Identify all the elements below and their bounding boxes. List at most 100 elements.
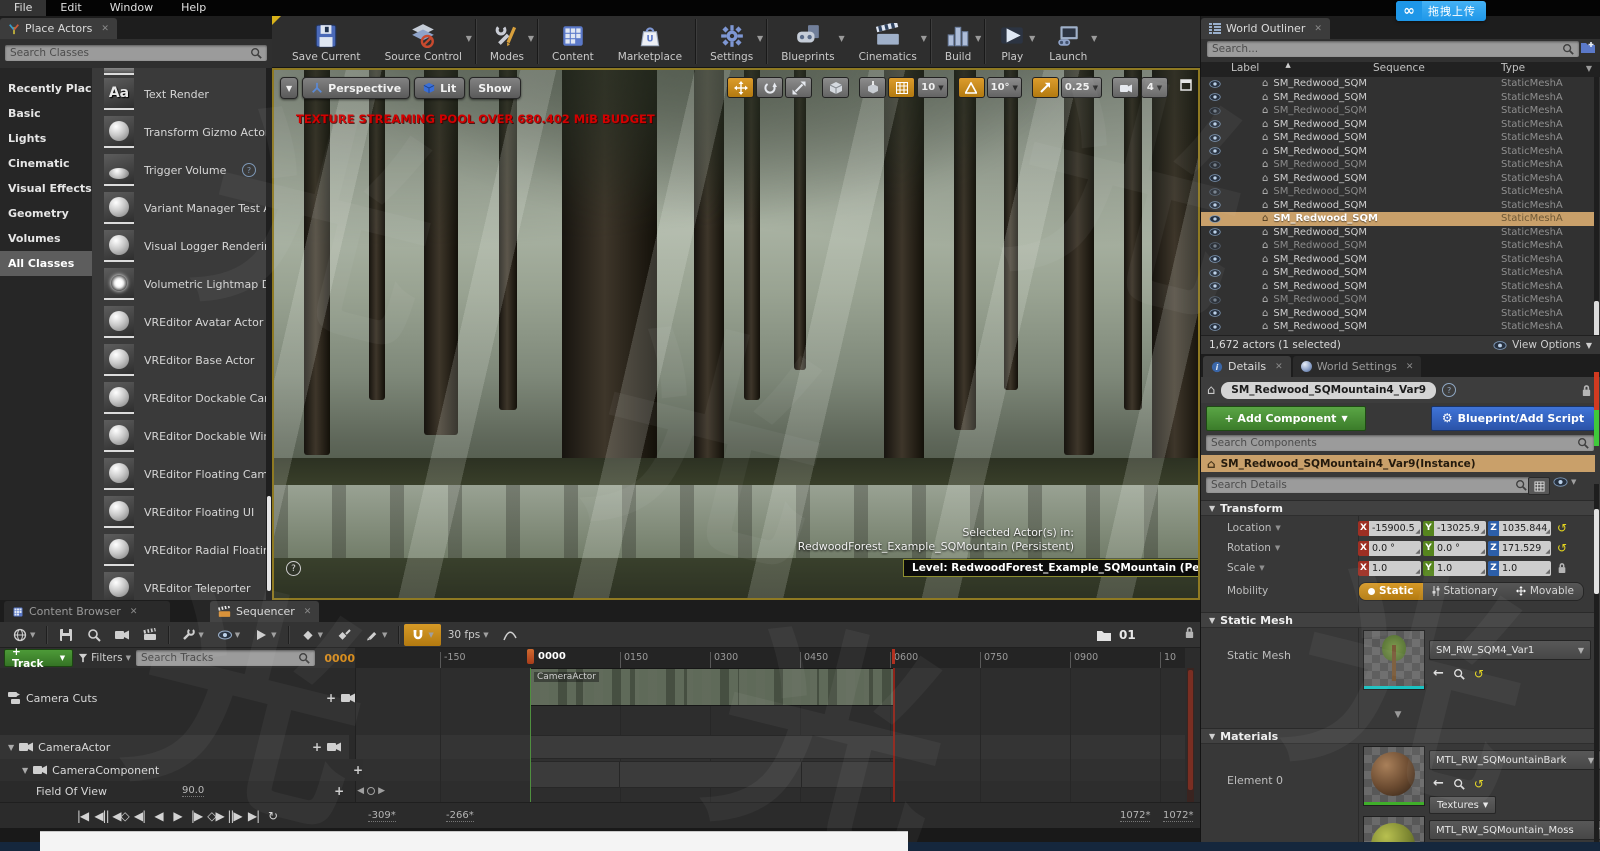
details-scrollbar[interactable] [1594, 484, 1599, 844]
toolbar-settings-button[interactable]: Settings ▼ [698, 16, 765, 67]
visibility-eye-icon[interactable] [1209, 282, 1222, 290]
outliner-row[interactable]: ⌂ SM_Redwood_SQM StaticMeshA [1201, 212, 1595, 226]
grid-snap-value[interactable]: 10 ▼ [917, 77, 948, 98]
seqtool-curve-button[interactable] [496, 624, 524, 646]
seqtool-save-button[interactable] [52, 624, 80, 646]
outliner-row[interactable]: ⌂ SM_Redwood_SQM StaticMeshA [1201, 266, 1595, 280]
toolbar-build-button[interactable]: Build ▼ [933, 16, 983, 67]
menu-help[interactable]: Help [167, 0, 220, 16]
camera-icon[interactable] [327, 740, 341, 754]
axis-y-value[interactable]: 0.0 ° ◢ [1434, 540, 1486, 556]
keyframe-nav[interactable]: ◀ ▶ [357, 786, 385, 796]
axis-z-value[interactable]: 171.529 ◢ [1499, 540, 1551, 556]
rotation-snap-value[interactable]: 10° ▼ [986, 77, 1022, 98]
menu-window[interactable]: Window [96, 0, 167, 16]
playhead-line[interactable] [530, 668, 531, 802]
visibility-eye-icon[interactable] [1209, 134, 1222, 142]
grid-snap-button[interactable] [888, 77, 916, 98]
browse-icon[interactable] [1453, 668, 1465, 680]
sequencer-vscrollbar[interactable] [1187, 668, 1194, 802]
use-selected-icon[interactable]: ← [1433, 776, 1444, 791]
details-view-options-button[interactable]: ▼ [1553, 477, 1576, 487]
transport-button-7[interactable]: ◇▶ [207, 806, 224, 826]
list-item-vreditor-radial-floating-l[interactable]: VREditor Radial Floating L [92, 531, 266, 569]
list-item-transform-gizmo-actor[interactable]: Transform Gizmo Actor [92, 113, 266, 151]
toolbar-content-button[interactable]: Content [540, 16, 606, 67]
chevron-down-icon[interactable]: ▼ [757, 34, 763, 43]
chevron-down-icon[interactable]: ▼ [921, 34, 927, 43]
view-range-end[interactable]: 1072* [1120, 810, 1151, 822]
toolbar-marketplace-button[interactable]: U Marketplace [606, 16, 694, 67]
material-bark-combobox[interactable]: MTL_RW_SQMountainBark ▼ [1429, 750, 1600, 770]
material-moss-combobox[interactable]: MTL_RW_SQMountain_Moss ▼ [1429, 820, 1600, 840]
expander-icon[interactable]: ▼ [8, 743, 14, 752]
help-icon[interactable]: ? [242, 163, 256, 177]
tab-world-settings[interactable]: World Settings ✕ [1292, 356, 1422, 377]
close-icon[interactable]: ✕ [101, 24, 109, 34]
outliner-row[interactable]: ⌂ SM_Redwood_SQM StaticMeshA [1201, 185, 1595, 199]
help-icon[interactable]: ? [286, 561, 301, 576]
filters-button[interactable]: Filters ▼ [78, 652, 131, 664]
seqtool-wrench-button[interactable]: ▼ [174, 624, 210, 646]
axis-z-field[interactable]: Z 1035.844 ◢ [1488, 520, 1551, 536]
outliner-row[interactable]: ⌂ SM_Redwood_SQM StaticMeshA [1201, 239, 1595, 253]
view-options-button[interactable]: View Options ▼ [1493, 339, 1592, 351]
materials-section-header[interactable]: ▼ Materials [1201, 728, 1595, 744]
playhead-marker[interactable] [527, 649, 534, 664]
static-mesh-combobox[interactable]: SM_RW_SQM4_Var1 ▼ [1429, 640, 1591, 660]
track-camera-cuts[interactable]: Camera Cuts + [0, 686, 363, 710]
use-selected-icon[interactable]: ← [1433, 666, 1444, 681]
static-mesh-section-header[interactable]: ▼ Static Mesh [1201, 612, 1595, 628]
outliner-row[interactable]: ⌂ SM_Redwood_SQM StaticMeshA [1201, 320, 1595, 334]
transport-button-4[interactable]: ◀ [150, 806, 167, 826]
mobility-stationary[interactable]: Stationary [1422, 582, 1507, 600]
camera-speed-value[interactable]: 4 ▼ [1141, 77, 1168, 98]
track-field-of-view[interactable]: Field Of View 90.0 + ◀ ▶ [0, 781, 391, 801]
track-value[interactable]: 90.0 [182, 785, 205, 797]
add-key-icon[interactable]: + [353, 763, 363, 777]
category-basic[interactable]: Basic [0, 101, 92, 126]
cameraactor-section[interactable] [530, 735, 895, 759]
chevron-down-icon[interactable]: ▼ [271, 631, 276, 639]
list-item-volumetric-lightmap-den[interactable]: Volumetric Lightmap Den [92, 265, 266, 303]
category-volumes[interactable]: Volumes [0, 226, 92, 251]
close-icon[interactable]: ✕ [1406, 362, 1414, 372]
toolbar-launch-button[interactable]: Launch ▼ [1037, 16, 1099, 67]
seqtool-world-button[interactable]: ▼ [6, 624, 42, 646]
visibility-eye-icon[interactable] [1209, 201, 1222, 209]
actor-name-field[interactable]: SM_Redwood_SQMountain4_Var9 [1221, 381, 1437, 399]
menu-file[interactable]: File [0, 0, 47, 16]
transform-section-header[interactable]: ▼ Transform [1201, 500, 1595, 516]
shot-indicator[interactable]: 01 [1096, 622, 1136, 648]
outliner-row[interactable]: ⌂ SM_Redwood_SQM StaticMeshA [1201, 77, 1595, 91]
close-icon[interactable]: ✕ [304, 607, 312, 617]
close-icon[interactable]: ✕ [1314, 24, 1322, 34]
visibility-eye-icon[interactable] [1209, 161, 1222, 169]
outliner-row[interactable]: ⌂ SM_Redwood_SQM StaticMeshA [1201, 118, 1595, 132]
chevron-down-icon[interactable]: ▼ [838, 34, 844, 43]
axis-x-value[interactable]: -15900.5 ◢ [1369, 520, 1421, 536]
camera-speed-button[interactable] [1112, 77, 1139, 98]
outliner-row[interactable]: ⌂ SM_Redwood_SQM StaticMeshA [1201, 307, 1595, 321]
close-icon[interactable]: ✕ [1275, 362, 1283, 372]
camera-cuts-clip[interactable]: CameraActor [530, 668, 895, 706]
seqtool-eye-button[interactable]: ▼ [211, 624, 247, 646]
add-key-icon[interactable]: + [334, 784, 344, 798]
material-bark-thumbnail[interactable] [1363, 746, 1425, 806]
expand-section-icon[interactable]: ▼ [1201, 710, 1595, 720]
list-item-vreditor-base-actor[interactable]: VREditor Base Actor [92, 341, 266, 379]
column-label[interactable]: Label ▲ [1231, 61, 1291, 74]
outliner-row[interactable]: ⌂ SM_Redwood_SQM StaticMeshA [1201, 158, 1595, 172]
transport-button-5[interactable]: ▶ [169, 806, 186, 826]
textures-button[interactable]: Textures ▼ [1429, 796, 1497, 814]
viewport-options-button[interactable]: ▼ [280, 77, 299, 99]
transport-button-9[interactable]: ▶| [245, 806, 262, 826]
outliner-row[interactable]: ⌂ SM_Redwood_SQM StaticMeshA [1201, 104, 1595, 118]
chevron-down-icon[interactable]: ▼ [235, 631, 240, 639]
maximize-viewport-icon[interactable] [1180, 79, 1192, 91]
working-range-start[interactable]: -309* [368, 810, 396, 822]
view-range-start[interactable]: -266* [446, 810, 474, 822]
outliner-row[interactable]: ⌂ SM_Redwood_SQM StaticMeshA [1201, 145, 1595, 159]
category-lights[interactable]: Lights [0, 126, 92, 151]
list-item-vreditor-floating-camera[interactable]: VREditor Floating Camera [92, 455, 266, 493]
